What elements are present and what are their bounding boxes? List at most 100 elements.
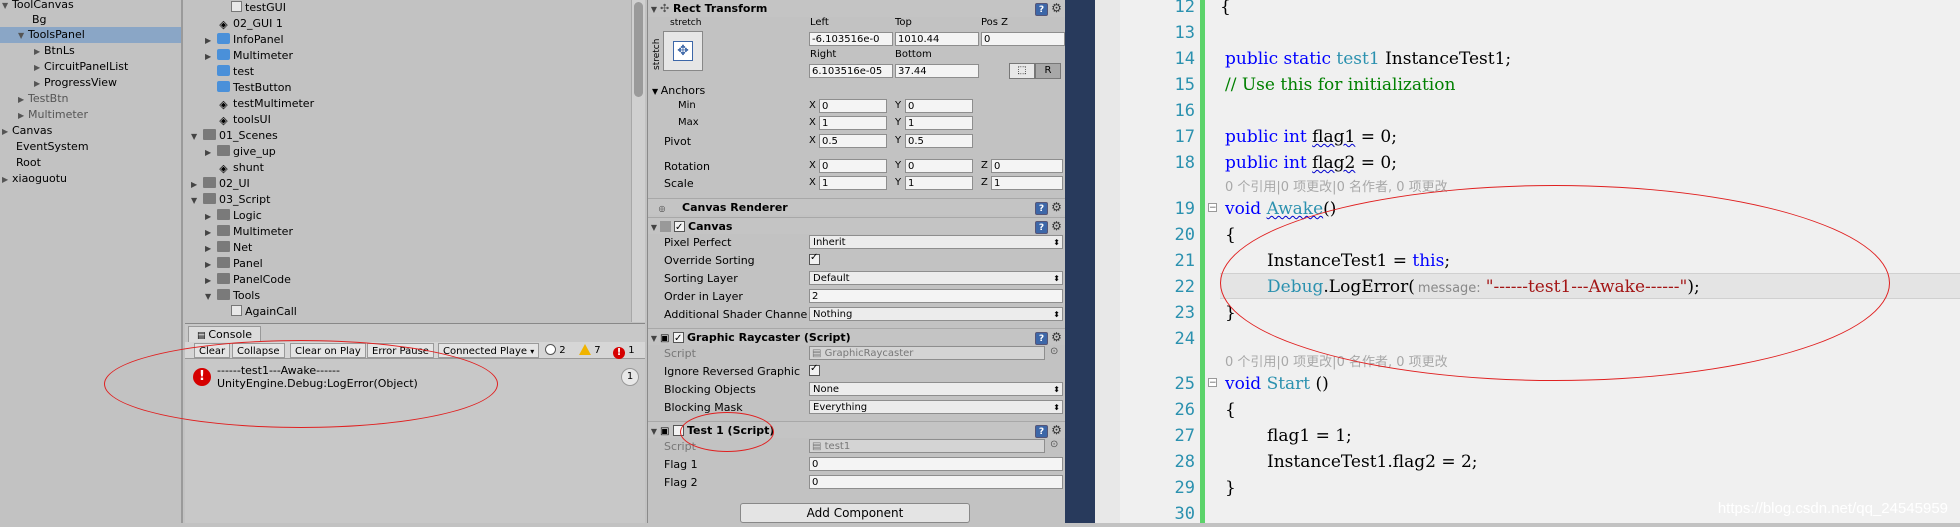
hierarchy-item-eventsystem[interactable]: EventSystem: [16, 139, 89, 155]
codelens-info[interactable]: 0 个引用|0 项更改|0 名作者, 0 项更改: [1225, 351, 1448, 370]
hierarchy-item-xiaoguotu[interactable]: ▶ xiaoguotu: [2, 171, 67, 187]
bottom-field[interactable]: 37.44: [895, 64, 979, 78]
anchor-preset-button[interactable]: ✥: [663, 31, 703, 71]
expand-arrow-icon[interactable]: ▶: [34, 76, 44, 92]
project-item[interactable]: ◈ toolsUI: [217, 112, 271, 128]
flag2-field[interactable]: 0: [809, 475, 1063, 489]
collapse-arrow-icon[interactable]: ▼: [648, 423, 660, 440]
scrollbar-thumb[interactable]: [634, 2, 643, 97]
expand-arrow-icon[interactable]: ▶: [34, 44, 44, 60]
project-folder[interactable]: ▼ Tools: [205, 288, 260, 304]
ignore-reversed-checkbox[interactable]: [809, 363, 820, 376]
project-folder[interactable]: ▼ 01_Scenes: [191, 128, 278, 144]
info-count-toggle[interactable]: 2: [545, 343, 566, 358]
canvas-header[interactable]: ▼ Canvas ?⚙: [648, 217, 1066, 236]
project-scrollbar[interactable]: [631, 0, 645, 322]
hierarchy-item-root[interactable]: Root: [16, 155, 41, 171]
pivot-y-field[interactable]: 0.5: [905, 134, 973, 148]
project-folder[interactable]: ▶ 02_UI: [191, 176, 250, 192]
scale-y-field[interactable]: 1: [905, 176, 973, 190]
expand-arrow-icon[interactable]: ▼: [18, 28, 28, 44]
hierarchy-item-testbtn[interactable]: ▶ TestBtn: [18, 91, 69, 107]
hierarchy-item-btnls[interactable]: ▶ BtnLs: [34, 43, 75, 59]
clear-on-play-button[interactable]: Clear on Play: [290, 343, 366, 358]
flag1-field[interactable]: 0: [809, 457, 1063, 471]
gear-icon[interactable]: ⚙: [1050, 331, 1063, 344]
test1-script-header[interactable]: ▼ ▣ Test 1 (Script) ? ⚙: [648, 421, 1066, 438]
project-folder[interactable]: ▶ Net: [205, 240, 252, 256]
expand-arrow-icon[interactable]: ▶: [205, 33, 217, 49]
project-item[interactable]: TestButton: [217, 80, 292, 96]
rotation-z-field[interactable]: 0: [991, 159, 1063, 173]
collapse-button[interactable]: Collapse: [232, 343, 285, 358]
gear-icon[interactable]: ⚙: [1050, 424, 1063, 437]
expand-arrow-icon[interactable]: ▶: [205, 225, 217, 241]
help-icon[interactable]: ?: [1035, 3, 1048, 16]
expand-arrow-icon[interactable]: ▶: [2, 172, 12, 188]
error-count-toggle[interactable]: ! 1: [613, 343, 635, 359]
hierarchy-item-circuitpanellist[interactable]: ▶ CircuitPanelList: [34, 59, 128, 75]
sorting-layer-dropdown[interactable]: Default: [809, 271, 1063, 285]
codelens-info[interactable]: 0 个引用|0 项更改|0 名作者, 0 项更改: [1225, 176, 1448, 195]
rect-transform-header[interactable]: ▼ ✣ Rect Transform ? ⚙: [648, 0, 1066, 17]
project-item[interactable]: ▶ InfoPanel: [205, 32, 284, 48]
graphic-raycaster-header[interactable]: ▼▣ Graphic Raycaster (Script) ?⚙: [648, 328, 1066, 347]
expand-arrow-icon[interactable]: ▶: [205, 209, 217, 225]
project-folder[interactable]: ▶ Multimeter: [205, 224, 293, 240]
blueprint-mode-button[interactable]: ⬚: [1009, 63, 1035, 79]
expand-arrow-icon[interactable]: ▶: [191, 177, 203, 193]
help-icon[interactable]: ?: [1035, 221, 1048, 234]
project-folder[interactable]: ▼ 03_Script: [191, 192, 270, 208]
collapse-toggle-icon[interactable]: −: [1208, 203, 1217, 213]
project-item[interactable]: ◈ shunt: [217, 160, 264, 176]
pivot-x-field[interactable]: 0.5: [819, 134, 887, 148]
collapse-arrow-icon[interactable]: ▼: [648, 1, 660, 18]
collapse-arrow-icon[interactable]: ▼: [648, 219, 660, 236]
code-editor[interactable]: 12 13 14 15 16 17 18 19 20 21 22 23 24 25 26 27 28 29 30 −…: [1120, 0, 1960, 524]
pixel-perfect-dropdown[interactable]: Inherit: [809, 235, 1063, 249]
canvas-enabled-checkbox[interactable]: [674, 219, 685, 236]
raw-edit-button[interactable]: R: [1035, 63, 1061, 79]
expand-arrow-icon[interactable]: ▶: [34, 60, 44, 76]
project-item[interactable]: test: [217, 64, 254, 80]
connected-player-dropdown[interactable]: Connected Playe ▾: [438, 343, 540, 358]
project-folder[interactable]: ▶ Panel: [205, 256, 263, 272]
help-icon[interactable]: ?: [1035, 332, 1048, 345]
project-item[interactable]: ◈ testMultimeter: [217, 96, 314, 112]
project-item[interactable]: ◈ 02_GUI 1: [217, 16, 283, 32]
blocking-objects-dropdown[interactable]: None: [809, 382, 1063, 396]
scale-z-field[interactable]: 1: [991, 176, 1063, 190]
project-item[interactable]: ▶ Multimeter: [205, 48, 293, 64]
anchor-max-y-field[interactable]: 1: [905, 116, 973, 130]
right-field[interactable]: 6.103516e-05: [809, 64, 893, 78]
rotation-x-field[interactable]: 0: [819, 159, 887, 173]
expand-arrow-icon[interactable]: ▶: [18, 108, 28, 124]
posz-field[interactable]: 0: [981, 32, 1065, 46]
anchor-max-x-field[interactable]: 1: [819, 116, 887, 130]
add-component-button[interactable]: Add Component: [740, 503, 970, 523]
expand-arrow-icon[interactable]: ▶: [205, 49, 217, 65]
expand-arrow-icon[interactable]: ▶: [205, 145, 217, 161]
blocking-mask-dropdown[interactable]: Everything: [809, 400, 1063, 414]
anchor-min-x-field[interactable]: 0: [819, 99, 887, 113]
project-item[interactable]: testGUI: [231, 0, 286, 16]
clear-button[interactable]: Clear: [194, 343, 231, 358]
project-folder[interactable]: ▶ give_up: [205, 144, 276, 160]
hierarchy-item-multimeter[interactable]: ▶ Multimeter: [18, 107, 88, 123]
gear-icon[interactable]: ⚙: [1050, 201, 1063, 214]
raycaster-enabled-checkbox[interactable]: [672, 330, 684, 347]
scale-x-field[interactable]: 1: [819, 176, 887, 190]
top-field[interactable]: 1010.44: [895, 32, 979, 46]
order-in-layer-field[interactable]: 2: [809, 289, 1063, 303]
expand-arrow-icon[interactable]: ▼: [205, 289, 217, 305]
rotation-y-field[interactable]: 0: [905, 159, 973, 173]
help-icon[interactable]: ?: [1035, 202, 1048, 215]
gear-icon[interactable]: ⚙: [1050, 220, 1063, 233]
help-icon[interactable]: ?: [1035, 425, 1048, 438]
expand-arrow-icon[interactable]: ▶: [205, 241, 217, 257]
expand-arrow-icon[interactable]: ▼: [191, 129, 203, 145]
expand-arrow-icon[interactable]: ▶: [2, 124, 12, 140]
hierarchy-item-canvas[interactable]: ▶ Canvas: [2, 123, 52, 139]
collapse-toggle-icon[interactable]: −: [1208, 378, 1217, 388]
expand-arrow-icon[interactable]: ▶: [205, 273, 217, 289]
